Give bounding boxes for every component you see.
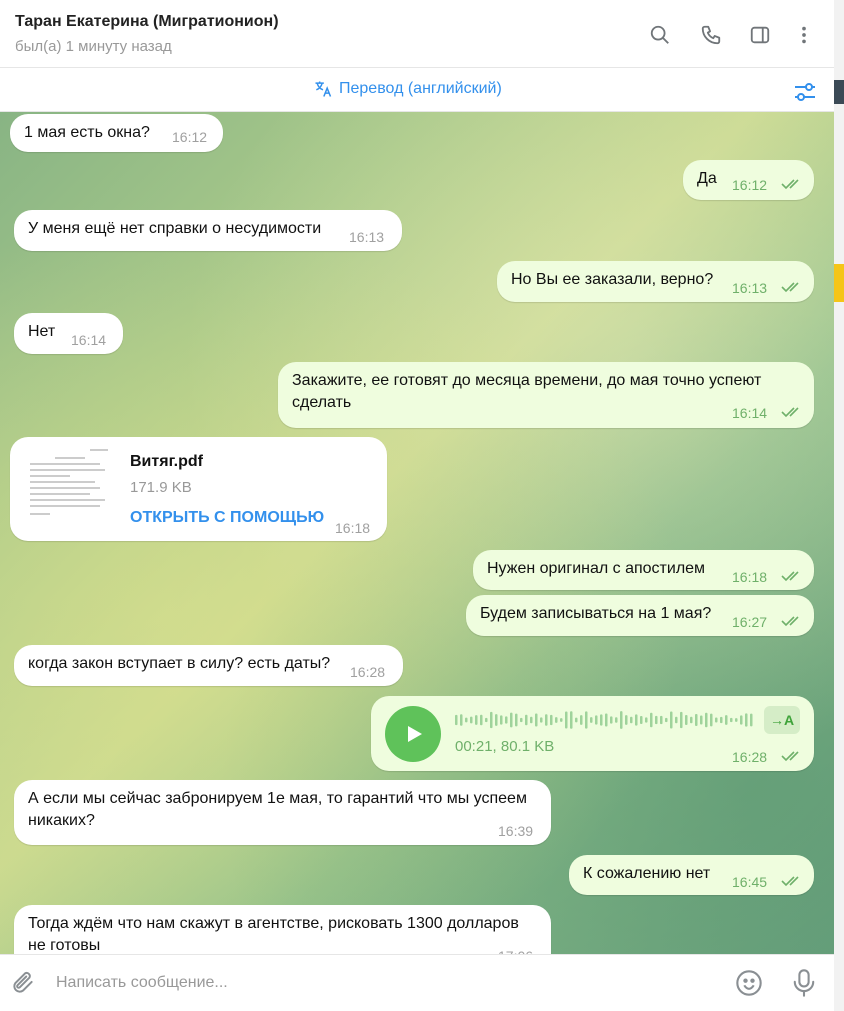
translate-bar: Перевод (английский) bbox=[0, 69, 834, 112]
transcribe-button[interactable]: →A bbox=[764, 706, 800, 734]
open-with-button[interactable]: ОТКРЫТЬ С ПОМОЩЬЮ bbox=[130, 507, 324, 529]
emoji-icon[interactable] bbox=[735, 969, 763, 997]
message-time: 17:06 bbox=[498, 945, 533, 954]
file-size: 171.9 KB bbox=[130, 479, 192, 496]
window-edge bbox=[834, 0, 844, 1011]
read-checks-icon bbox=[781, 282, 799, 293]
voice-message[interactable]: 00:21, 80.1 KB →A 16:28 bbox=[371, 696, 814, 771]
contact-status: был(а) 1 минуту назад bbox=[15, 38, 172, 55]
message-time: 16:14 bbox=[71, 332, 107, 348]
message-incoming[interactable]: Нет 16:14 bbox=[14, 313, 123, 354]
message-text: А если мы сейчас забронируем 1е мая, то … bbox=[28, 790, 527, 829]
message-text: Но Вы ее заказали, верно? bbox=[511, 271, 714, 288]
voice-duration-size: 00:21, 80.1 KB bbox=[455, 738, 555, 755]
message-outgoing[interactable]: К сожалению нет 16:45 bbox=[569, 855, 814, 895]
message-input[interactable] bbox=[56, 969, 706, 997]
play-button[interactable] bbox=[385, 706, 441, 762]
message-text: когда закон вступает в силу? есть даты? bbox=[28, 655, 331, 672]
pdf-thumbnail[interactable] bbox=[20, 445, 115, 530]
voice-waveform[interactable] bbox=[455, 710, 755, 730]
message-time: 16:28 bbox=[350, 664, 386, 680]
message-text: Нет bbox=[28, 323, 56, 340]
attach-icon[interactable] bbox=[10, 970, 36, 996]
file-name: Витяг.pdf bbox=[130, 453, 203, 470]
message-text: Тогда ждём что нам скажут в агентстве, р… bbox=[28, 915, 519, 954]
message-incoming[interactable]: когда закон вступает в силу? есть даты? … bbox=[14, 645, 403, 686]
message-time: 16:18 bbox=[732, 569, 768, 585]
search-icon[interactable] bbox=[647, 22, 673, 48]
message-text: Будем записываться на 1 мая? bbox=[480, 605, 712, 622]
message-text: Закажите, ее готовят до месяца времени, … bbox=[292, 372, 762, 411]
read-checks-icon bbox=[781, 571, 799, 582]
sidebar-icon[interactable] bbox=[747, 22, 773, 48]
contact-name[interactable]: Таран Екатерина (Мигратионион) bbox=[15, 13, 279, 31]
composer bbox=[0, 954, 834, 1011]
message-text: Да bbox=[697, 170, 717, 187]
translate-settings-icon[interactable] bbox=[792, 79, 818, 105]
read-checks-icon bbox=[781, 876, 799, 887]
message-time: 16:39 bbox=[498, 823, 534, 839]
message-outgoing[interactable]: Но Вы ее заказали, верно? 16:13 bbox=[497, 261, 814, 302]
read-checks-icon bbox=[781, 616, 799, 627]
message-time: 16:13 bbox=[349, 229, 385, 245]
file-message[interactable]: Витяг.pdf 171.9 KB ОТКРЫТЬ С ПОМОЩЬЮ 16:… bbox=[10, 437, 387, 541]
message-outgoing[interactable]: Нужен оригинал с апостилем 16:18 bbox=[473, 550, 814, 590]
edge-dark-marker bbox=[834, 80, 844, 104]
message-time: 16:13 bbox=[732, 280, 768, 296]
message-incoming[interactable]: У меня ещё нет справки о несудимости 16:… bbox=[14, 210, 402, 251]
microphone-icon[interactable] bbox=[790, 968, 818, 998]
message-time: 16:14 bbox=[732, 405, 768, 421]
chat-header: Таран Екатерина (Мигратионион) был(а) 1 … bbox=[0, 0, 834, 68]
message-incoming[interactable]: Тогда ждём что нам скажут в агентстве, р… bbox=[14, 905, 551, 954]
message-outgoing[interactable]: Закажите, ее готовят до месяца времени, … bbox=[278, 362, 814, 428]
read-checks-icon bbox=[781, 751, 799, 762]
more-icon[interactable] bbox=[791, 22, 817, 48]
play-icon bbox=[408, 726, 422, 742]
translate-icon bbox=[315, 81, 332, 97]
message-text: К сожалению нет bbox=[583, 865, 711, 882]
message-text: 1 мая есть окна? bbox=[24, 124, 150, 141]
message-time: 16:18 bbox=[335, 520, 371, 536]
read-checks-icon bbox=[781, 179, 799, 190]
message-time: 16:12 bbox=[172, 129, 208, 145]
message-time: 16:45 bbox=[732, 874, 768, 890]
phone-icon[interactable] bbox=[698, 22, 724, 48]
message-outgoing[interactable]: Да 16:12 bbox=[683, 160, 814, 200]
message-incoming[interactable]: А если мы сейчас забронируем 1е мая, то … bbox=[14, 780, 551, 845]
message-text: Нужен оригинал с апостилем bbox=[487, 560, 706, 577]
read-checks-icon bbox=[781, 407, 799, 418]
message-text: У меня ещё нет справки о несудимости bbox=[28, 220, 322, 237]
translate-label: Перевод (английский) bbox=[339, 80, 502, 97]
edge-yellow-marker bbox=[834, 264, 844, 302]
message-list[interactable]: 1 мая есть окна? 16:12 Да 16:12 У меня е… bbox=[0, 112, 834, 954]
translate-button[interactable]: Перевод (английский) bbox=[313, 79, 502, 99]
message-outgoing[interactable]: Будем записываться на 1 мая? 16:27 bbox=[466, 595, 814, 636]
message-time: 16:12 bbox=[732, 177, 768, 193]
message-time: 16:27 bbox=[732, 614, 768, 630]
message-incoming[interactable]: 1 мая есть окна? 16:12 bbox=[10, 114, 223, 152]
message-time: 16:28 bbox=[732, 749, 768, 765]
